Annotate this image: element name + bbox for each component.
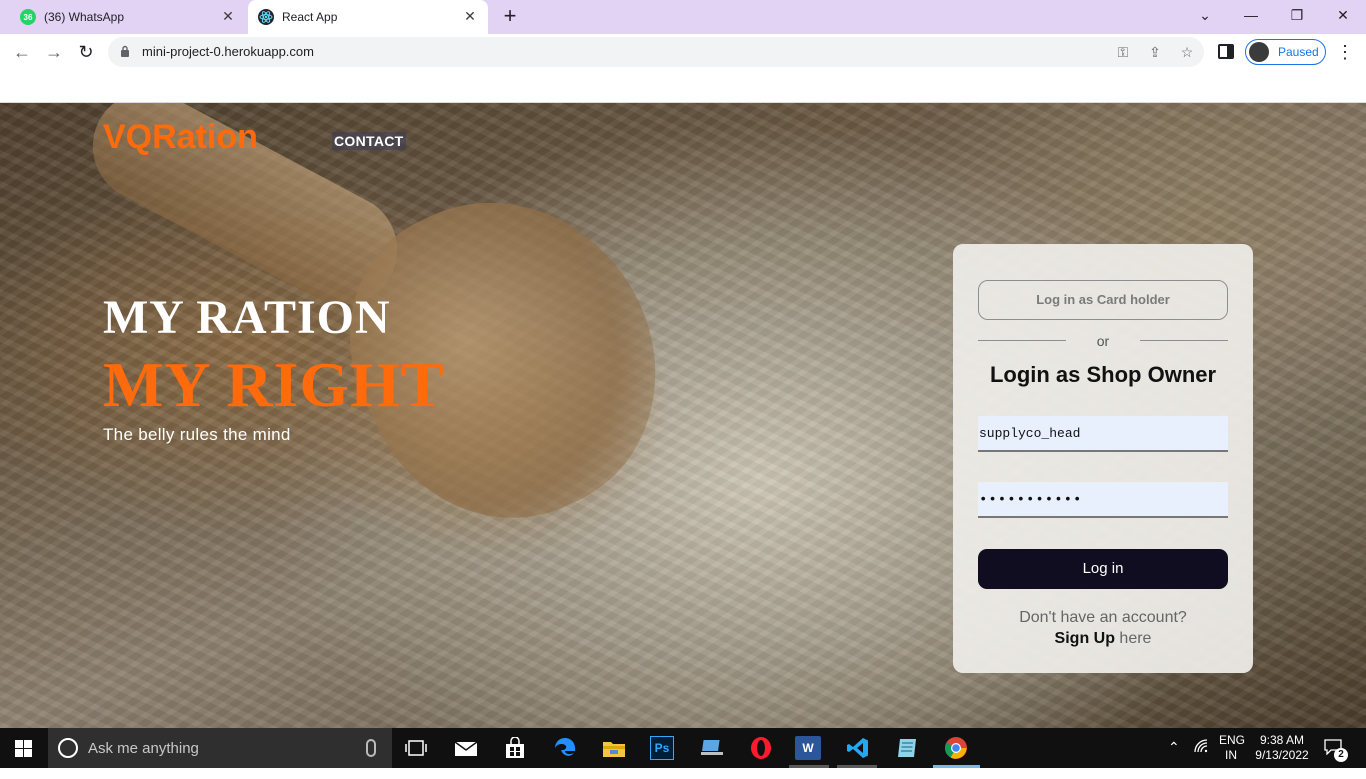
microphone-icon[interactable] (366, 739, 376, 757)
share-icon[interactable]: ⇪ (1146, 43, 1164, 61)
new-tab-button[interactable]: + (498, 5, 522, 29)
hero-tagline: The belly rules the mind (103, 425, 291, 444)
store-icon[interactable] (501, 734, 529, 762)
react-icon (258, 9, 274, 25)
chevron-up-icon[interactable]: ⌃ (1168, 739, 1180, 779)
task-view-icon[interactable] (402, 734, 430, 762)
notification-count-badge: 2 (1334, 748, 1348, 762)
wifi-icon[interactable] (1193, 738, 1209, 778)
taskbar: Ask me anything Ps W ⌃ ENG IN 9:38 AM 9/… (0, 728, 1366, 768)
cortana-icon (58, 738, 78, 758)
menu-icon[interactable]: ⋮ (1336, 40, 1354, 64)
password-field[interactable]: ••••••••••• (978, 482, 1228, 518)
hero-section: VQRation CONTACT MY RATION MY RIGHT The … (0, 103, 1366, 728)
signup-line: Sign Up here (953, 630, 1253, 648)
url-text: mini-project-0.herokuapp.com (142, 44, 314, 59)
windows-start-icon[interactable] (0, 728, 48, 768)
tab-title: React App (282, 10, 338, 24)
login-button[interactable]: Log in (978, 549, 1228, 589)
whatsapp-icon: 36 (20, 9, 36, 25)
no-account-text: Don't have an account? (1019, 609, 1187, 626)
clock[interactable]: 9:38 AM 9/13/2022 (1254, 733, 1310, 773)
tab-react-app[interactable]: React App ✕ (248, 0, 488, 34)
bookmark-bar (0, 70, 1366, 103)
divider-text: or (1096, 333, 1110, 349)
restore-button[interactable]: ❐ (1274, 0, 1320, 30)
minimize-button[interactable]: — (1228, 0, 1274, 30)
close-icon[interactable]: ✕ (220, 8, 236, 24)
profile-button[interactable]: Paused (1245, 39, 1326, 65)
tab-whatsapp[interactable]: 36 (36) WhatsApp ✕ (10, 0, 246, 34)
word-icon[interactable]: W (795, 736, 821, 760)
avatar (1249, 42, 1269, 62)
address-bar[interactable]: mini-project-0.herokuapp.com ⚿ ⇪ ☆ (108, 37, 1204, 67)
close-icon[interactable]: ✕ (462, 8, 478, 24)
brand-logo[interactable]: VQRation (103, 118, 258, 157)
file-explorer-icon[interactable] (600, 734, 628, 762)
login-card: Log in as Card holder or Login as Shop O… (953, 244, 1253, 673)
hero-heading-line1: MY RATION (103, 291, 391, 344)
tab-search-icon[interactable]: ⌄ (1182, 0, 1228, 30)
username-field[interactable]: supplyco_head (978, 416, 1228, 452)
login-title: Login as Shop Owner (989, 362, 1217, 387)
key-icon[interactable]: ⚿ (1114, 43, 1132, 61)
bookmark-star-icon[interactable]: ☆ (1178, 43, 1196, 61)
signup-link[interactable]: Sign Up (1055, 630, 1115, 647)
reload-icon[interactable]: ↻ (74, 40, 98, 64)
edge-icon[interactable] (551, 734, 579, 762)
cardholder-login-button[interactable]: Log in as Card holder (978, 280, 1228, 320)
tab-strip: 36 (36) WhatsApp ✕ React App ✕ + ⌄ — ❐ ✕ (0, 0, 1366, 34)
hero-heading-line2: MY RIGHT (103, 349, 445, 420)
laptop-app-icon[interactable] (698, 734, 726, 762)
region-code: IN (1225, 748, 1237, 762)
lock-icon (121, 45, 129, 57)
window-close-button[interactable]: ✕ (1320, 0, 1366, 30)
language-indicator[interactable]: ENG IN (1219, 733, 1245, 773)
forward-icon[interactable]: → (42, 40, 66, 64)
search-placeholder: Ask me anything (88, 740, 199, 757)
browser-toolbar: ← → ↻ mini-project-0.herokuapp.com ⚿ ⇪ ☆… (0, 34, 1366, 70)
mail-icon[interactable] (452, 734, 480, 762)
taskbar-search[interactable]: Ask me anything (48, 728, 392, 768)
language-code: ENG (1219, 733, 1246, 747)
signup-suffix: here (1114, 630, 1152, 647)
nav-contact-link[interactable]: CONTACT (332, 132, 406, 150)
notes-app-icon[interactable] (893, 734, 921, 762)
side-panel-icon[interactable] (1218, 44, 1234, 59)
back-icon[interactable]: ← (10, 40, 34, 64)
photoshop-icon[interactable]: Ps (650, 736, 674, 760)
chrome-icon[interactable] (942, 734, 970, 762)
tab-title: (36) WhatsApp (44, 10, 125, 24)
profile-status: Paused (1278, 45, 1319, 59)
vscode-icon[interactable] (844, 734, 872, 762)
clock-date: 9/13/2022 (1255, 748, 1309, 762)
opera-icon[interactable] (747, 734, 775, 762)
clock-time: 9:38 AM (1259, 733, 1305, 747)
